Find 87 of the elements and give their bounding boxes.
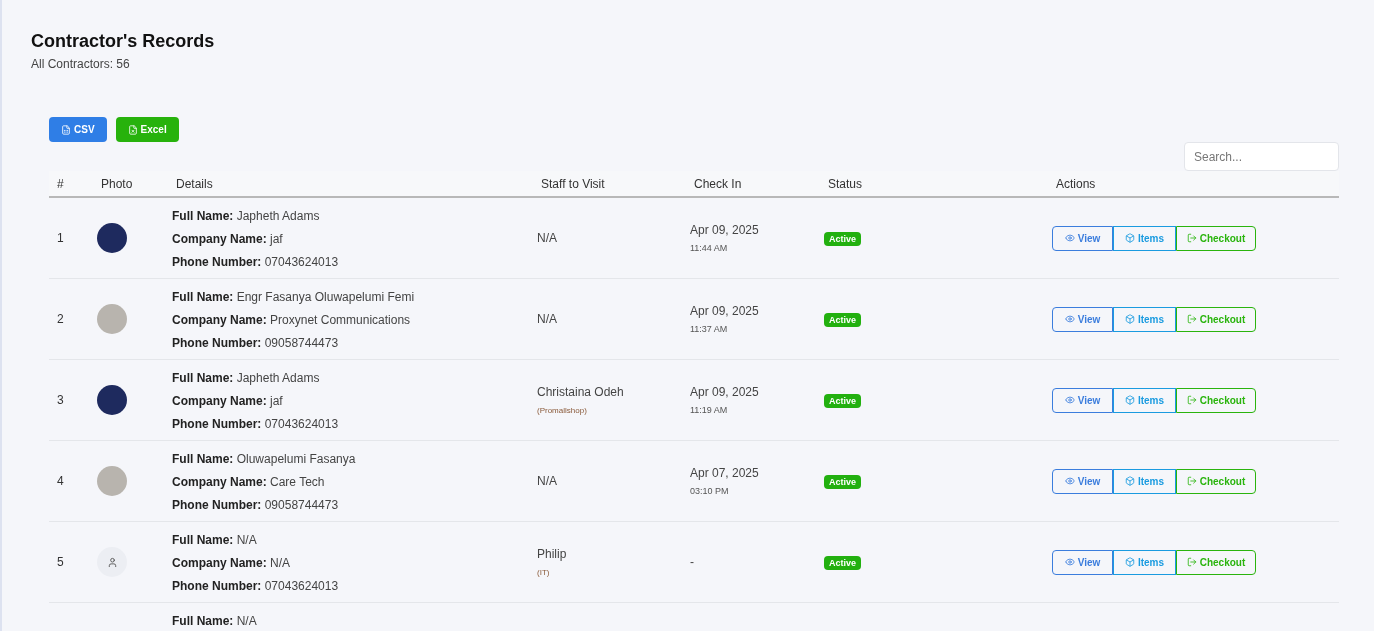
detail-line: Phone Number: 07043624013 xyxy=(172,254,340,271)
column-header: Check In xyxy=(694,176,742,191)
action-button[interactable]: Items xyxy=(1113,225,1176,251)
action-button[interactable]: Checkout xyxy=(1176,468,1256,494)
export-button[interactable]: Excel xyxy=(115,117,179,142)
detail-line: Company Name: N/A xyxy=(172,555,292,572)
exit-icon xyxy=(1186,233,1197,243)
row-number: 3 xyxy=(57,393,64,407)
detail-line: Phone Number: 07043624013 xyxy=(172,416,340,433)
column-header: # xyxy=(57,176,64,191)
column-header: Actions xyxy=(1056,176,1096,191)
staff-name: Philip xyxy=(537,546,568,563)
action-button[interactable]: Items xyxy=(1113,387,1176,413)
check-in-date: Apr 09, 2025 xyxy=(690,383,760,401)
action-button[interactable]: Checkout xyxy=(1176,549,1256,575)
staff-name: N/A xyxy=(537,311,558,328)
detail-line: Company Name: jaf xyxy=(172,231,284,248)
eye-icon xyxy=(1064,233,1075,243)
exit-icon xyxy=(1186,395,1197,405)
action-button[interactable]: Items xyxy=(1113,549,1176,575)
detail-line: Full Name: Japheth Adams xyxy=(172,370,321,387)
status-badge: Active xyxy=(824,556,861,570)
action-button[interactable]: View xyxy=(1052,549,1113,575)
row-number: 4 xyxy=(57,474,64,488)
status-badge: Active xyxy=(824,232,861,246)
check-in-time: 03:10 PM xyxy=(690,484,730,498)
file-icon xyxy=(127,124,138,135)
action-button[interactable]: View xyxy=(1052,387,1113,413)
box-icon xyxy=(1124,557,1135,567)
exit-icon xyxy=(1186,557,1197,567)
action-button[interactable]: View xyxy=(1052,306,1113,332)
action-button[interactable]: Items xyxy=(1113,468,1176,494)
check-in-date: Apr 07, 2025 xyxy=(690,464,760,482)
detail-line: Company Name: Care Tech xyxy=(172,474,326,491)
detail-line: Phone Number: 09058744473 xyxy=(172,497,340,514)
eye-icon xyxy=(1064,314,1075,324)
status-badge: Active xyxy=(824,475,861,489)
staff-name: N/A xyxy=(537,473,558,490)
row-number: 5 xyxy=(57,555,64,569)
check-in-date: Apr 09, 2025 xyxy=(690,221,760,239)
column-header: Photo xyxy=(101,176,133,191)
row-number: 1 xyxy=(57,231,64,245)
exit-icon xyxy=(1186,476,1197,486)
contractor-count: All Contractors: 56 xyxy=(31,56,131,73)
exit-icon xyxy=(1186,314,1197,324)
status-badge: Active xyxy=(824,394,861,408)
export-button[interactable]: CSV xyxy=(49,117,107,142)
action-button[interactable]: Checkout xyxy=(1176,306,1256,332)
check-in-time: 11:37 AM xyxy=(690,322,729,336)
row-number: 2 xyxy=(57,312,64,326)
box-icon xyxy=(1124,476,1135,486)
box-icon xyxy=(1124,233,1135,243)
check-in-date: - xyxy=(690,554,695,571)
column-header: Staff to Visit xyxy=(541,176,605,191)
action-button[interactable]: Checkout xyxy=(1176,387,1256,413)
action-button[interactable]: View xyxy=(1052,225,1113,251)
check-in-time: 11:19 AM xyxy=(690,403,729,417)
detail-line: Full Name: Japheth Adams xyxy=(172,208,321,225)
detail-line: Phone Number: 09058744473 xyxy=(172,335,340,352)
action-button[interactable]: Checkout xyxy=(1176,225,1256,251)
action-button[interactable]: Items xyxy=(1113,306,1176,332)
user-icon xyxy=(106,556,118,568)
column-header: Status xyxy=(828,176,863,191)
status-badge: Active xyxy=(824,313,861,327)
action-button[interactable]: View xyxy=(1052,468,1113,494)
staff-name: Christaina Odeh xyxy=(537,384,625,401)
eye-icon xyxy=(1064,395,1075,405)
eye-icon xyxy=(1064,557,1075,567)
detail-line: Full Name: N/A xyxy=(172,613,258,630)
page-title: Contractor's Records xyxy=(31,30,216,53)
detail-line: Full Name: Oluwapelumi Fasanya xyxy=(172,451,357,468)
detail-line: Company Name: Proxynet Communications xyxy=(172,312,412,329)
eye-icon xyxy=(1064,476,1075,486)
detail-line: Phone Number: 07043624013 xyxy=(172,578,340,595)
search-field[interactable]: Search... xyxy=(1184,142,1339,171)
box-icon xyxy=(1124,395,1135,405)
box-icon xyxy=(1124,314,1135,324)
staff-department: (IT) xyxy=(537,567,551,579)
detail-line: Full Name: Engr Fasanya Oluwapelumi Femi xyxy=(172,289,416,306)
detail-line: Full Name: N/A xyxy=(172,532,258,549)
column-header: Details xyxy=(176,176,213,191)
check-in-date: Apr 09, 2025 xyxy=(690,302,760,320)
staff-department: (Promallshop) xyxy=(537,405,588,417)
staff-name: N/A xyxy=(537,230,558,247)
detail-line: Company Name: jaf xyxy=(172,393,284,410)
file-icon xyxy=(61,124,71,135)
check-in-time: 11:44 AM xyxy=(690,241,729,255)
